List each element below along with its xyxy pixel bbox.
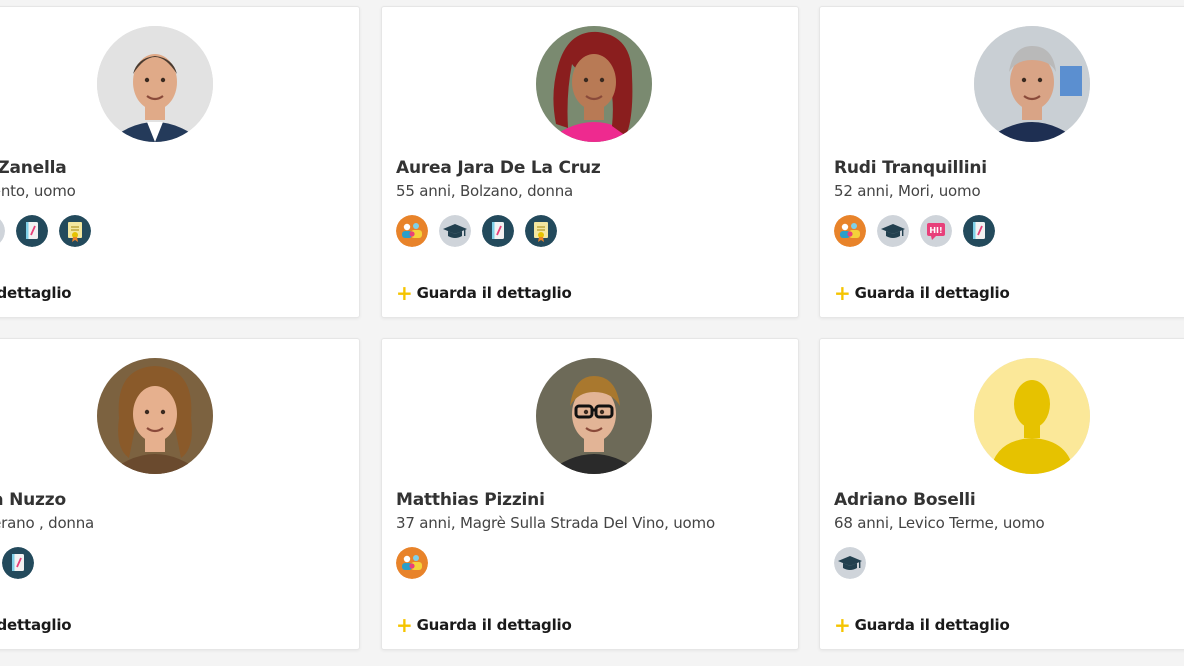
badge-list: HI! [834, 215, 1006, 249]
profile-name: Rudi Tranquillini [834, 158, 987, 178]
people-group-icon[interactable] [396, 215, 428, 247]
view-detail-link[interactable]: + Guarda il dettaglio [396, 615, 572, 635]
profile-name: ano Zanella [0, 158, 67, 178]
badge-list [396, 215, 568, 249]
man-photo-grey-hair [974, 26, 1090, 142]
profile-card: Aurea Jara De La Cruz 55 anni, Bolzano, … [381, 6, 799, 318]
badge-list: HI! [0, 547, 45, 581]
notebook-icon[interactable] [963, 215, 995, 247]
people-group-icon[interactable] [396, 547, 428, 579]
graduation-cap-icon[interactable] [834, 547, 866, 579]
detail-label: Guarda il dettaglio [854, 616, 1010, 634]
profile-info: 68 anni, Levico Terme, uomo [834, 514, 1045, 532]
plus-icon: + [834, 281, 851, 305]
detail-label: Guarda il dettaglio [854, 284, 1010, 302]
profile-info: ni, Trento, uomo [0, 182, 76, 200]
avatar[interactable] [974, 358, 1090, 474]
avatar[interactable] [536, 26, 652, 142]
diploma-icon[interactable] [59, 215, 91, 247]
man-photo-glasses [536, 358, 652, 474]
man-photo-bald [97, 26, 213, 142]
svg-text:HI!: HI! [929, 226, 942, 235]
profile-info: ni, Merano , donna [0, 514, 95, 532]
notebook-icon[interactable] [2, 547, 34, 579]
badge-list [834, 547, 877, 581]
woman-photo-red-hair [536, 26, 652, 142]
avatar[interactable] [97, 26, 213, 142]
profile-card: Matthias Pizzini 37 anni, Magrè Sulla St… [381, 338, 799, 650]
profile-info: 55 anni, Bolzano, donna [396, 182, 573, 200]
avatar[interactable] [97, 358, 213, 474]
detail-label: arda il dettaglio [0, 616, 72, 634]
view-detail-link[interactable]: arda il dettaglio [0, 615, 72, 635]
view-detail-link[interactable]: + Guarda il dettaglio [396, 283, 572, 303]
profile-card: ano Zanella ni, Trento, uomo HI! arda il… [0, 6, 360, 318]
profile-card: nena Nuzzo ni, Merano , donna HI! arda i… [0, 338, 360, 650]
profile-name: Adriano Boselli [834, 490, 976, 510]
graduation-cap-icon[interactable] [877, 215, 909, 247]
profile-info: 52 anni, Mori, uomo [834, 182, 981, 200]
view-detail-link[interactable]: + Guarda il dettaglio [834, 283, 1010, 303]
graduation-cap-icon[interactable] [439, 215, 471, 247]
plus-icon: + [396, 281, 413, 305]
default-user-silhouette [974, 358, 1090, 474]
view-detail-link[interactable]: arda il dettaglio [0, 283, 72, 303]
detail-label: Guarda il dettaglio [416, 284, 572, 302]
avatar[interactable] [974, 26, 1090, 142]
plus-icon: + [834, 613, 851, 637]
detail-label: arda il dettaglio [0, 284, 72, 302]
profile-card: Adriano Boselli 68 anni, Levico Terme, u… [819, 338, 1184, 650]
hi-speech-icon[interactable]: HI! [0, 215, 5, 247]
people-group-icon[interactable] [834, 215, 866, 247]
profile-name: Matthias Pizzini [396, 490, 545, 510]
badge-list [396, 547, 439, 581]
avatar[interactable] [536, 358, 652, 474]
profile-card: Rudi Tranquillini 52 anni, Mori, uomo HI… [819, 6, 1184, 318]
detail-label: Guarda il dettaglio [416, 616, 572, 634]
view-detail-link[interactable]: + Guarda il dettaglio [834, 615, 1010, 635]
notebook-icon[interactable] [482, 215, 514, 247]
profile-info: 37 anni, Magrè Sulla Strada Del Vino, uo… [396, 514, 715, 532]
plus-icon: + [396, 613, 413, 637]
badge-list: HI! [0, 215, 102, 249]
profile-name: Aurea Jara De La Cruz [396, 158, 601, 178]
woman-photo-curly-hair [97, 358, 213, 474]
diploma-icon[interactable] [525, 215, 557, 247]
profile-name: nena Nuzzo [0, 490, 66, 510]
hi-speech-icon[interactable]: HI! [920, 215, 952, 247]
notebook-icon[interactable] [16, 215, 48, 247]
